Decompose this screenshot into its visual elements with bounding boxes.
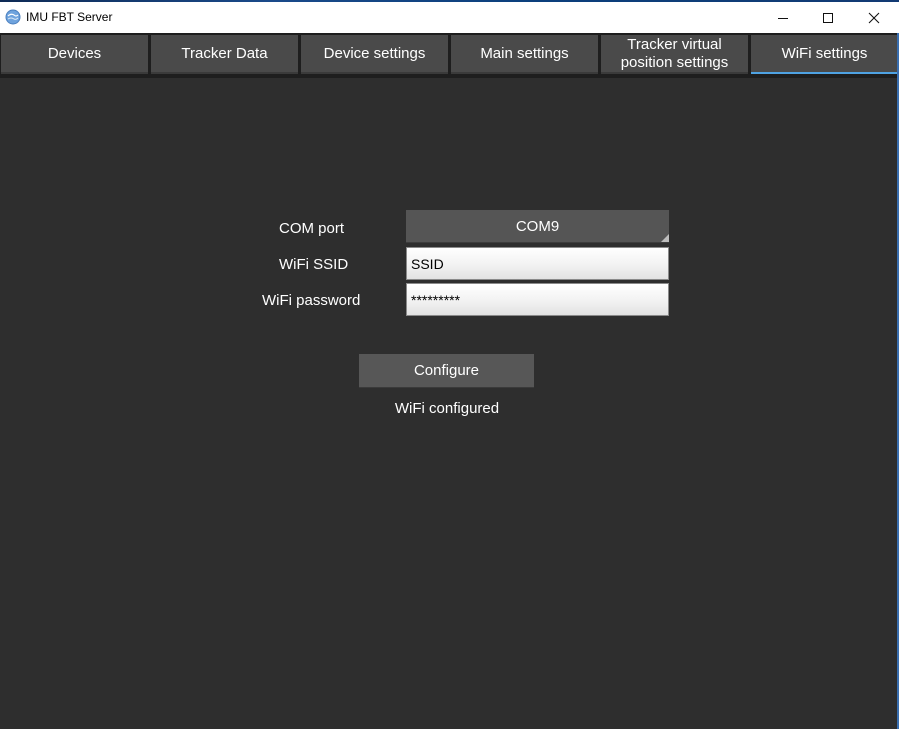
minimize-button[interactable] xyxy=(760,2,806,33)
close-icon xyxy=(868,12,880,23)
window-title: IMU FBT Server xyxy=(26,10,113,24)
close-button[interactable] xyxy=(851,2,897,33)
tab-label: Main settings xyxy=(480,44,569,62)
title-bar[interactable]: IMU FBT Server xyxy=(0,0,899,33)
tab-tracker-virtual-position-settings[interactable]: Tracker virtual position settings xyxy=(601,35,748,74)
configure-button[interactable]: Configure xyxy=(359,354,534,388)
tab-bar: Devices Tracker Data Device settings Mai… xyxy=(0,33,899,78)
maximize-button[interactable] xyxy=(805,2,851,33)
tab-label: Tracker virtual position settings xyxy=(620,35,729,71)
dropdown-corner-icon xyxy=(661,234,669,242)
com-port-dropdown[interactable]: COM9 xyxy=(406,210,669,243)
tab-main-settings[interactable]: Main settings xyxy=(451,35,598,74)
app-window: IMU FBT Server Devices Tracker Data Devi… xyxy=(0,0,899,729)
status-text: WiFi configured xyxy=(394,400,500,417)
tab-devices[interactable]: Devices xyxy=(1,35,148,74)
wifi-password-input[interactable] xyxy=(406,283,669,316)
com-port-value: COM9 xyxy=(515,217,560,235)
wifi-ssid-input[interactable] xyxy=(406,247,669,280)
minimize-icon xyxy=(778,17,788,19)
wifi-ssid-label: WiFi SSID xyxy=(279,256,349,273)
tab-label: Tracker Data xyxy=(181,44,268,62)
app-globe-icon xyxy=(5,9,21,25)
tab-wifi-settings[interactable]: WiFi settings xyxy=(751,35,898,74)
maximize-icon xyxy=(823,12,833,23)
tab-device-settings[interactable]: Device settings xyxy=(301,35,448,74)
wifi-password-label: WiFi password xyxy=(262,292,361,309)
tab-label: Device settings xyxy=(323,44,426,62)
tab-tracker-data[interactable]: Tracker Data xyxy=(151,35,298,74)
tab-label: WiFi settings xyxy=(781,44,868,62)
configure-button-label: Configure xyxy=(413,362,480,379)
tab-label: Devices xyxy=(47,44,102,62)
com-port-label: COM port xyxy=(279,220,345,237)
